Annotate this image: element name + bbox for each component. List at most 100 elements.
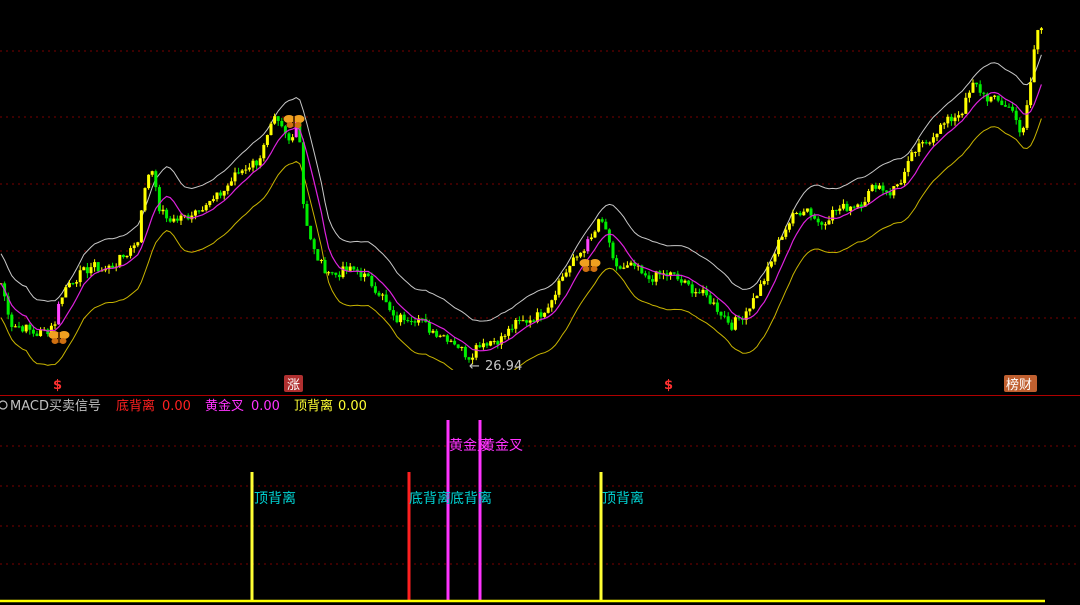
candle [877,185,881,189]
candle [442,335,446,337]
candle [964,97,968,114]
candle [849,206,853,211]
candle [949,116,953,122]
candle [309,225,313,240]
candle [208,200,212,206]
candle [683,280,687,283]
candle [748,308,752,312]
event-marker[interactable]: 榜财 [1006,377,1032,393]
candle [255,160,259,166]
candle [82,267,86,271]
candle [589,237,593,240]
candle [931,137,935,143]
candle [834,209,838,211]
event-marker[interactable]: $ [53,378,62,393]
candle [193,210,197,216]
candle [651,279,655,282]
candle [337,274,341,278]
candle [384,294,388,303]
candle [841,203,845,209]
candle [795,212,799,214]
candle [769,261,773,267]
candle [244,169,248,171]
candle [352,266,356,270]
candle [226,185,230,191]
signal-label: 黄金叉 [481,437,523,454]
candle [233,172,237,182]
candle [143,188,147,211]
candle [1018,120,1022,133]
candle [363,273,367,278]
legend-value-top-divergence: 0.00 [338,399,367,414]
candle [1021,127,1025,133]
candle [690,284,694,294]
candle [957,115,961,118]
candle [813,215,817,219]
candle [881,185,885,191]
candle [348,266,352,271]
candle [93,262,97,268]
candle [39,329,43,337]
candle [427,322,431,333]
event-markers: $ 涨 $ 榜财 [53,375,1037,393]
candle [1011,106,1015,111]
candle [121,254,125,258]
candle [330,272,334,274]
event-marker[interactable]: 涨 [287,378,300,393]
butterfly-icon [48,331,70,344]
butterfly-icon [283,115,305,128]
candle [136,242,140,246]
candle [874,185,878,189]
candle [431,330,435,333]
candle [53,324,57,326]
candle [672,272,676,274]
candle [139,210,143,243]
candle [546,307,550,313]
candle [946,116,950,124]
candle [960,113,964,116]
candle [870,185,874,192]
candle [17,326,21,328]
candle [647,275,651,280]
candle [75,282,79,284]
candle [370,275,374,287]
candle [676,273,680,280]
candle [820,222,824,225]
candle [287,133,291,141]
candle [57,303,61,325]
candle [312,239,316,250]
candle [46,329,50,335]
candle [694,292,698,294]
candle [701,289,705,294]
indicator-name[interactable]: MACD买卖信号 [10,399,101,414]
candle [161,209,165,212]
candle [355,269,359,271]
candle [1036,30,1040,50]
candle [391,310,395,316]
candle [514,319,518,329]
candle [575,256,579,258]
candle [262,144,266,159]
candle [157,187,161,212]
candle [913,151,917,153]
candle [111,265,115,268]
candle [172,218,176,222]
candle [996,95,1000,101]
candle [460,346,464,348]
signal-label: 底背离 [409,490,451,507]
candle [399,314,403,323]
candle [71,283,75,285]
candle [622,267,626,269]
candle [679,279,683,283]
candle [154,171,158,188]
legend-label-top-divergence: 顶背离 [294,398,333,414]
candle [125,255,129,258]
candle [845,203,849,211]
candle [168,218,172,222]
low-price-arrow: ← [469,359,480,374]
candle [453,340,457,345]
event-marker[interactable]: $ [664,378,673,393]
signal-label: 顶背离 [602,490,644,507]
candle [550,300,554,308]
candle [759,284,763,296]
